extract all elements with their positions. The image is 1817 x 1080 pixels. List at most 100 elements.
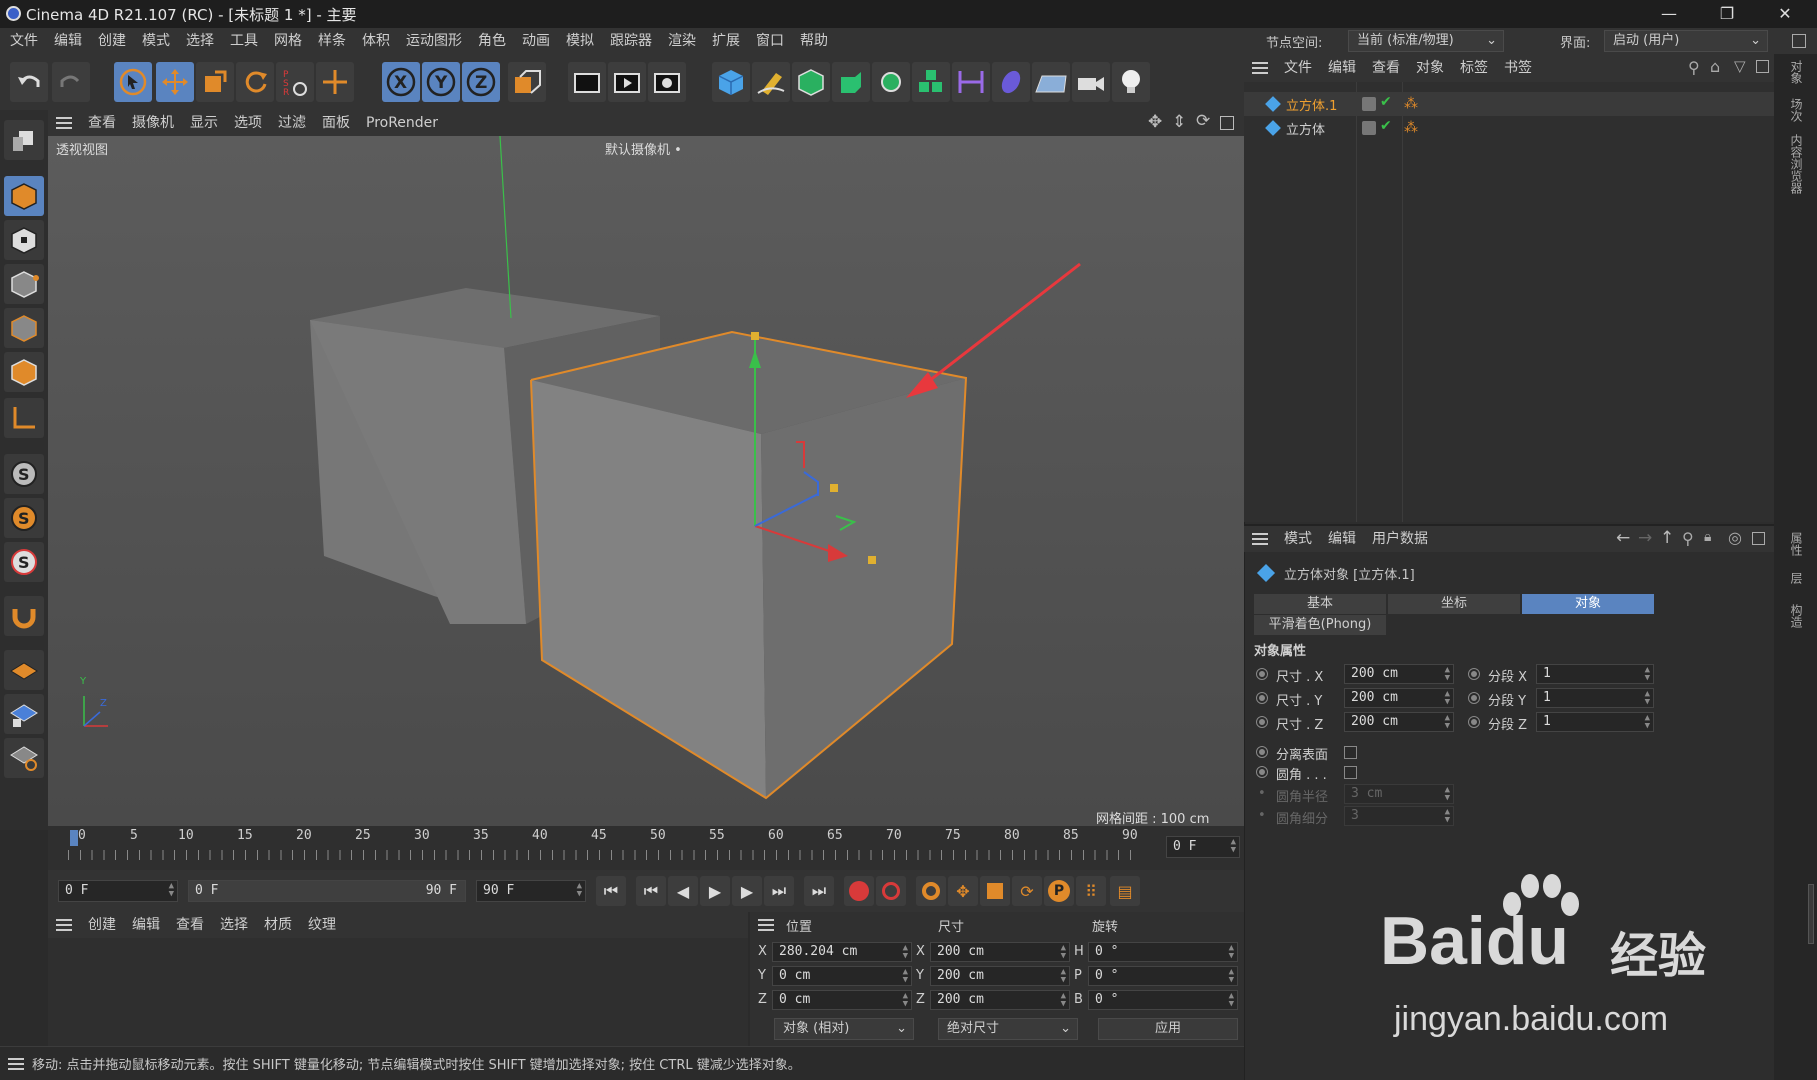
hamburger-icon[interactable] (758, 919, 774, 931)
model-mode-button[interactable] (4, 176, 44, 216)
apply-button[interactable]: 应用 (1098, 1018, 1238, 1040)
seg-z-field[interactable]: 1 ▲ ▼ (1536, 712, 1654, 732)
timeline-playhead[interactable] (70, 830, 78, 846)
floor-button[interactable] (1032, 62, 1070, 102)
live-select-button[interactable] (114, 62, 152, 102)
material-menu-texture[interactable]: 纹理 (300, 912, 344, 938)
x-axis-lock-button[interactable]: X (382, 62, 420, 102)
spinner-icon[interactable]: ▲ ▼ (1645, 714, 1650, 731)
menu-tracker[interactable]: 跟踪器 (602, 28, 660, 54)
om-menu-bookmarks[interactable]: 书签 (1496, 55, 1540, 81)
rot-p-field[interactable]: 0 ° ▲ ▼ (1088, 966, 1238, 986)
go-to-start-button[interactable]: ⏮ (596, 876, 626, 906)
spinner-icon[interactable]: ▲ ▼ (1645, 666, 1650, 683)
current-frame-field[interactable]: 0 F ▲ ▼ (1166, 836, 1240, 858)
side-tab-content-browser[interactable]: 内容浏览器 (1788, 134, 1805, 194)
orbit-view-icon[interactable]: ⟳ (1196, 111, 1210, 131)
material-menu-select[interactable]: 选择 (212, 912, 256, 938)
menu-extensions[interactable]: 扩展 (704, 28, 748, 54)
spinner-icon[interactable]: ▲ ▼ (1229, 992, 1234, 1009)
size-x-field[interactable]: 200 cm ▲ ▼ (1344, 664, 1454, 684)
anim-radio[interactable] (1468, 716, 1480, 728)
pos-y-field[interactable]: 0 cm ▲ ▼ (772, 966, 912, 986)
om-menu-view[interactable]: 查看 (1364, 55, 1408, 81)
side-tab-construction[interactable]: 构造 (1788, 604, 1805, 628)
coordinate-system-button[interactable] (508, 62, 546, 102)
material-menu-create[interactable]: 创建 (80, 912, 124, 938)
start-frame-field[interactable]: 0 F ▲ ▼ (58, 880, 178, 902)
pos-z-field[interactable]: 0 cm ▲ ▼ (772, 990, 912, 1010)
filter-icon[interactable]: ▽ (1734, 57, 1746, 75)
spinner-icon[interactable]: ▲ ▼ (1229, 944, 1234, 961)
menu-edit[interactable]: 编辑 (46, 28, 90, 54)
spinner-icon[interactable]: ▲ ▼ (1645, 690, 1650, 707)
timeline-window-button[interactable]: ▤ (1110, 876, 1140, 906)
tab-basic[interactable]: 基本 (1254, 594, 1386, 614)
axis-mode-button[interactable] (4, 398, 44, 438)
edges-mode-button[interactable] (4, 308, 44, 348)
size-x-field[interactable]: 200 cm ▲ ▼ (930, 942, 1070, 962)
window-expand-icon[interactable] (1792, 34, 1806, 48)
key-position-button[interactable]: ✥ (948, 876, 978, 906)
next-frame-button[interactable]: ▶ (732, 876, 762, 906)
hamburger-icon[interactable] (1252, 533, 1268, 545)
pos-x-field[interactable]: 280.204 cm ▲ ▼ (772, 942, 912, 962)
material-menu-view[interactable]: 查看 (168, 912, 212, 938)
tab-object[interactable]: 对象 (1522, 594, 1654, 614)
anim-radio[interactable] (1468, 668, 1480, 680)
viewport-menu-filter[interactable]: 过滤 (270, 110, 314, 136)
recent-tool-button[interactable] (316, 62, 354, 102)
viewport-menu-display[interactable]: 显示 (182, 110, 226, 136)
lock-icon[interactable]: 🔒︎ (1704, 529, 1711, 545)
points-mode-button[interactable] (4, 264, 44, 304)
maximize-view-icon[interactable] (1220, 116, 1234, 130)
undo-button[interactable] (10, 62, 48, 102)
am-menu-mode[interactable]: 模式 (1276, 526, 1320, 552)
spinner-icon[interactable]: ▲ ▼ (1445, 714, 1450, 731)
preview-range-slider[interactable]: 0 F 90 F (188, 880, 466, 902)
anim-radio[interactable] (1468, 692, 1480, 704)
menu-help[interactable]: 帮助 (792, 28, 836, 54)
om-menu-file[interactable]: 文件 (1276, 55, 1320, 81)
object-name[interactable]: 立方体 (1286, 119, 1325, 138)
anim-radio[interactable] (1256, 766, 1268, 778)
menu-volume[interactable]: 体积 (354, 28, 398, 54)
menu-spline[interactable]: 样条 (310, 28, 354, 54)
material-list-area[interactable] (48, 938, 748, 1046)
render-picture-viewer-button[interactable] (608, 62, 646, 102)
spinner-icon[interactable]: ▲ ▼ (1445, 690, 1450, 707)
z-axis-lock-button[interactable]: Z (462, 62, 500, 102)
cube-primitive-button[interactable] (712, 62, 750, 102)
om-menu-tags[interactable]: 标签 (1452, 55, 1496, 81)
move-tool-button[interactable] (156, 62, 194, 102)
material-tag-icon[interactable]: ⁂ (1404, 96, 1418, 112)
spinner-icon[interactable]: ▲ ▼ (1231, 838, 1236, 855)
enabled-check-icon[interactable]: ✔ (1380, 118, 1392, 134)
side-tab-takes[interactable]: 场次 (1788, 98, 1805, 122)
previous-frame-button[interactable]: ◀ (668, 876, 698, 906)
am-menu-userdata[interactable]: 用户数据 (1364, 526, 1436, 552)
subdivision-button[interactable] (792, 62, 830, 102)
viewport-menu-camera[interactable]: 摄像机 (124, 110, 182, 136)
tab-phong[interactable]: 平滑着色(Phong) (1254, 615, 1386, 635)
pen-tool-button[interactable] (752, 62, 790, 102)
grid-align-button[interactable] (4, 738, 44, 778)
rotate-tool-button[interactable] (236, 62, 274, 102)
object-row-cube[interactable]: 立方体 ✔ ⁂ (1244, 116, 1774, 140)
texture-mode-button[interactable] (4, 220, 44, 260)
play-button[interactable]: ▶ (700, 876, 730, 906)
dolly-view-icon[interactable]: ⇕ (1172, 112, 1186, 132)
y-axis-lock-button[interactable]: Y (422, 62, 460, 102)
size-y-field[interactable]: 200 cm ▲ ▼ (1344, 688, 1454, 708)
layout-dropdown[interactable]: 启动 (用户) ⌄ (1604, 30, 1768, 52)
new-window-icon[interactable] (1756, 60, 1769, 73)
tab-coord[interactable]: 坐标 (1388, 594, 1520, 614)
end-frame-field[interactable]: 90 F ▲ ▼ (476, 880, 586, 902)
fillet-checkbox[interactable] (1344, 766, 1357, 779)
menu-file[interactable]: 文件 (2, 28, 46, 54)
spinner-icon[interactable]: ▲ ▼ (1061, 992, 1066, 1009)
next-key-button[interactable]: ⏭ (764, 876, 794, 906)
menu-animate[interactable]: 动画 (514, 28, 558, 54)
menu-create[interactable]: 创建 (90, 28, 134, 54)
go-to-end-button[interactable]: ⏭ (804, 876, 834, 906)
